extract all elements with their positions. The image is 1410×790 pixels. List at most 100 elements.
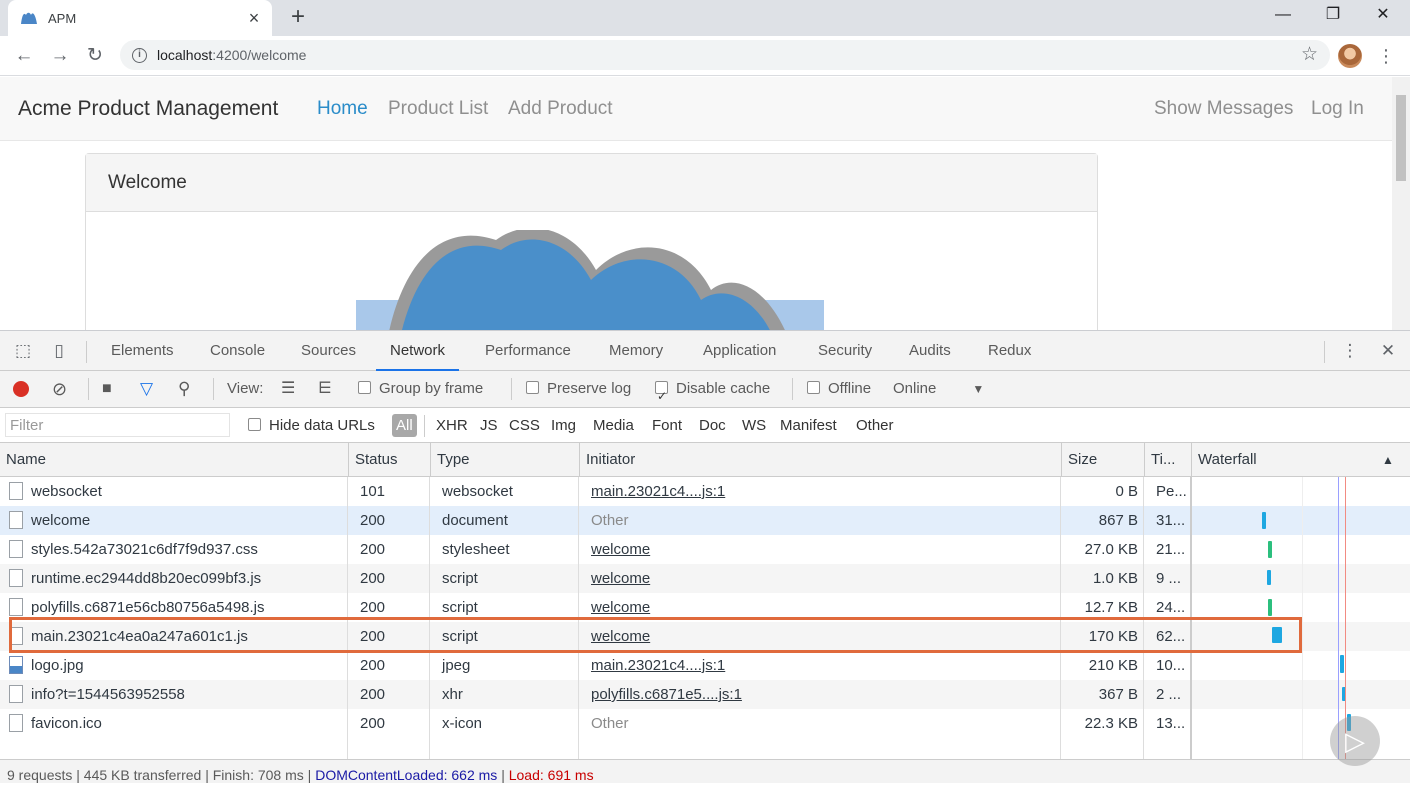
request-status: 200	[360, 512, 386, 529]
hide-data-urls-checkbox[interactable]: Hide data URLs	[248, 408, 375, 443]
tab-elements[interactable]: Elements	[103, 331, 182, 371]
address-bar[interactable]: i localhost:4200/welcome ☆	[120, 40, 1330, 70]
devtools-close-icon[interactable]: ✕	[1377, 341, 1399, 361]
tab-close-icon[interactable]: ×	[244, 8, 264, 28]
forward-arrow-icon[interactable]: →	[48, 44, 72, 68]
request-name[interactable]: favicon.ico	[31, 709, 102, 738]
filter-type-media[interactable]: Media	[593, 408, 634, 443]
filter-type-js[interactable]: JS	[480, 408, 498, 443]
restore-icon[interactable]: ❐	[1310, 0, 1356, 30]
tab-network[interactable]: Network	[376, 331, 460, 371]
table-row[interactable]: websocket 101 websocket main.23021c4....js:…	[0, 477, 1410, 506]
nav-log-in-link[interactable]: Log In	[1311, 98, 1364, 120]
star-icon[interactable]: ☆	[1301, 43, 1318, 66]
table-row[interactable]: runtime.ec2944dd8b20ec099bf3.js 200 script…	[0, 564, 1410, 593]
reload-icon[interactable]: ↻	[83, 44, 107, 68]
table-row[interactable]: favicon.ico 200 x-icon Other 22.3 KB 13...	[0, 709, 1410, 738]
preserve-log-checkbox[interactable]: Preserve log	[526, 371, 631, 407]
offline-checkbox[interactable]: Offline	[807, 371, 871, 407]
filter-type-img[interactable]: Img	[551, 408, 576, 443]
tab-console[interactable]: Console	[202, 331, 273, 371]
large-rows-icon[interactable]: ☰	[281, 371, 295, 407]
tab-sources[interactable]: Sources	[293, 331, 364, 371]
record-button[interactable]	[13, 381, 29, 397]
filter-input[interactable]	[5, 413, 230, 437]
tab-security[interactable]: Security	[810, 331, 880, 371]
device-toolbar-icon[interactable]: ▯	[48, 341, 70, 361]
column-status[interactable]: Status	[348, 443, 430, 477]
screenshot-camera-icon[interactable]: ■	[102, 371, 112, 407]
page-scrollbar[interactable]	[1392, 77, 1410, 330]
filter-type-all[interactable]: All	[392, 414, 417, 437]
app-brand[interactable]: Acme Product Management	[18, 97, 278, 121]
request-name[interactable]: polyfills.c6871e56cb80756a5498.js	[31, 593, 265, 622]
request-name[interactable]: welcome	[31, 506, 90, 535]
divider	[792, 378, 793, 400]
nav-home-link[interactable]: Home	[317, 98, 368, 120]
request-initiator[interactable]: polyfills.c6871e5....js:1	[585, 680, 1061, 709]
tab-memory[interactable]: Memory	[601, 331, 671, 371]
overview-icon[interactable]: ⋿	[318, 371, 332, 407]
table-row[interactable]: logo.jpg 200 jpeg main.23021c4....js:1 210 K…	[0, 651, 1410, 680]
request-name[interactable]: main.23021c4ea0a247a601c1.js	[31, 622, 248, 651]
group-by-frame-checkbox[interactable]: Group by frame	[358, 371, 483, 407]
inspect-element-icon[interactable]: ⬚	[12, 341, 34, 361]
table-row[interactable]: polyfills.c6871e56cb80756a5498.js 200 scri…	[0, 593, 1410, 622]
kebab-menu-icon[interactable]: ⋮	[1376, 44, 1396, 68]
nav-add-product-link[interactable]: Add Product	[508, 98, 613, 120]
throttling-select[interactable]: Online ▼	[893, 371, 984, 407]
new-tab-button[interactable]: +	[286, 4, 310, 30]
play-icon[interactable]: ▷	[1330, 716, 1380, 766]
request-initiator[interactable]: main.23021c4....js:1	[585, 651, 1061, 680]
devtools-menu-icon[interactable]: ⋮	[1339, 341, 1361, 361]
minimize-icon[interactable]: —	[1260, 0, 1306, 30]
disable-cache-checkbox[interactable]: Disable cache	[655, 371, 770, 414]
table-row[interactable]: styles.542a73021c6df7f9d937.css 200 styles…	[0, 535, 1410, 564]
waterfall-bar	[1268, 599, 1272, 616]
clear-icon[interactable]: ⊘	[52, 371, 67, 407]
request-name[interactable]: websocket	[31, 477, 102, 506]
filter-type-font[interactable]: Font	[652, 408, 682, 443]
nav-show-messages-link[interactable]: Show Messages	[1154, 98, 1293, 120]
column-time[interactable]: Ti...	[1144, 443, 1191, 477]
nav-product-list-link[interactable]: Product List	[388, 98, 488, 120]
table-row[interactable]: welcome 200 document Other 867 B 31...	[0, 506, 1410, 535]
request-name[interactable]: styles.542a73021c6df7f9d937.css	[31, 535, 258, 564]
table-row[interactable]: info?t=1544563952558 200 xhr polyfills.c687…	[0, 680, 1410, 709]
filter-type-xhr[interactable]: XHR	[436, 408, 468, 443]
column-initiator[interactable]: Initiator	[579, 443, 1061, 477]
browser-tab-strip: APM × + — ❐ ✕	[0, 0, 1410, 36]
site-info-icon[interactable]: i	[132, 47, 147, 63]
request-initiator[interactable]: welcome	[585, 593, 1061, 622]
request-name[interactable]: logo.jpg	[31, 651, 84, 680]
tab-audits[interactable]: Audits	[901, 331, 959, 371]
request-time: 24...	[1156, 599, 1186, 616]
tab-redux[interactable]: Redux	[980, 331, 1039, 371]
tab-performance[interactable]: Performance	[477, 331, 579, 371]
tab-application[interactable]: Application	[695, 331, 784, 371]
column-size[interactable]: Size	[1061, 443, 1144, 477]
filter-type-ws[interactable]: WS	[742, 408, 766, 443]
request-initiator[interactable]: welcome	[585, 564, 1061, 593]
request-name[interactable]: info?t=1544563952558	[31, 680, 185, 709]
request-initiator[interactable]: main.23021c4....js:1	[585, 477, 1061, 506]
request-name[interactable]: runtime.ec2944dd8b20ec099bf3.js	[31, 564, 261, 593]
filter-funnel-icon[interactable]: ▽	[140, 371, 153, 407]
profile-avatar[interactable]	[1338, 44, 1362, 68]
column-type[interactable]: Type	[430, 443, 579, 477]
column-name[interactable]: Name	[0, 443, 348, 477]
back-arrow-icon[interactable]: ←	[12, 44, 36, 68]
browser-tab-apm[interactable]: APM ×	[8, 0, 272, 36]
table-row[interactable]: main.23021c4ea0a247a601c1.js 200 script wel…	[0, 622, 1410, 651]
filter-type-doc[interactable]: Doc	[699, 408, 726, 443]
filter-type-manifest[interactable]: Manifest	[780, 408, 837, 443]
filter-type-css[interactable]: CSS	[509, 408, 540, 443]
search-icon[interactable]: ⚲	[178, 371, 190, 407]
divider	[511, 378, 512, 400]
window-close-icon[interactable]: ✕	[1360, 0, 1406, 30]
request-initiator[interactable]: welcome	[585, 535, 1061, 564]
summary-separator: |	[76, 767, 80, 783]
filter-type-other[interactable]: Other	[856, 408, 894, 443]
request-initiator[interactable]: welcome	[585, 622, 1061, 651]
page-scrollbar-thumb[interactable]	[1396, 95, 1406, 181]
